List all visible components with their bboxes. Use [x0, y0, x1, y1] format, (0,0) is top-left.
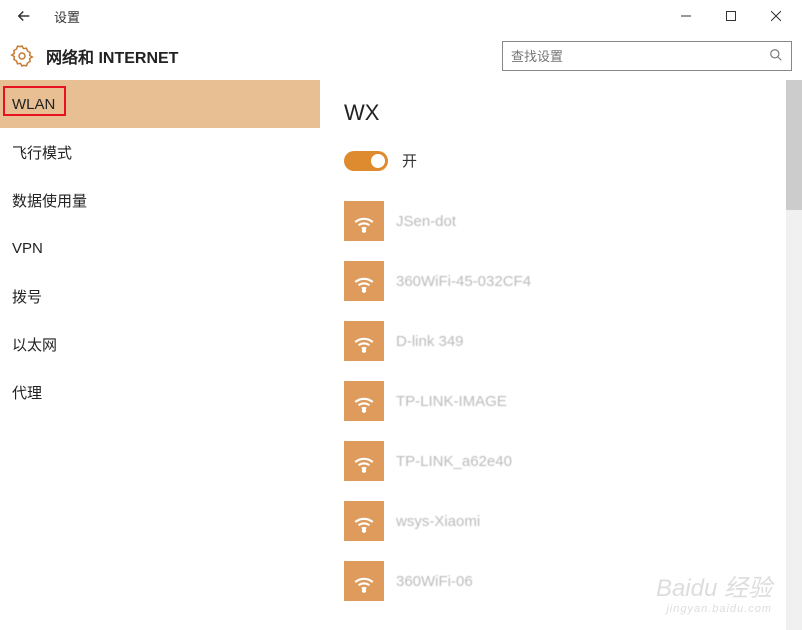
wlan-toggle-row: 开 — [344, 150, 802, 171]
sidebar-item-dialup[interactable]: 拨号 — [0, 272, 320, 320]
wifi-icon — [344, 201, 384, 241]
wifi-ssid: TP-LINK_a62e40 — [396, 453, 512, 470]
wifi-icon — [344, 441, 384, 481]
wifi-item[interactable]: TP-LINK_a62e40 — [344, 441, 802, 481]
arrow-left-icon — [15, 7, 33, 25]
wifi-item[interactable]: JSen-dot — [344, 201, 802, 241]
wlan-toggle-label: 开 — [402, 150, 417, 171]
sidebar-item-label: 代理 — [12, 382, 42, 403]
wifi-icon — [344, 261, 384, 301]
wifi-item[interactable]: 360WiFi-06 — [344, 561, 802, 601]
sidebar-item-label: WLAN — [12, 96, 55, 113]
wifi-item[interactable]: wsys-Xiaomi — [344, 501, 802, 541]
sidebar-item-proxy[interactable]: 代理 — [0, 368, 320, 416]
sidebar-item-label: 拨号 — [12, 286, 42, 307]
titlebar: 设置 — [0, 0, 802, 32]
wifi-item[interactable]: 360WiFi-45-032CF4 — [344, 261, 802, 301]
window-controls — [663, 0, 798, 32]
window-title: 设置 — [54, 7, 80, 26]
wifi-item[interactable]: D-link 349 — [344, 321, 802, 361]
search-box[interactable] — [502, 41, 792, 71]
wifi-list: JSen-dot 360WiFi-45-032CF4 D-link 349 TP-LI… — [344, 201, 802, 601]
search-input[interactable] — [511, 49, 769, 64]
sidebar-item-airplane[interactable]: 飞行模式 — [0, 128, 320, 176]
section-title: WX — [344, 100, 802, 126]
sidebar: WLAN 飞行模式 数据使用量 VPN 拨号 以太网 代理 — [0, 80, 320, 630]
sidebar-item-wlan[interactable]: WLAN — [0, 80, 320, 128]
search-icon — [769, 48, 783, 65]
sidebar-item-vpn[interactable]: VPN — [0, 224, 320, 272]
maximize-button[interactable] — [708, 0, 753, 32]
content: WX 开 JSen-dot 360WiFi-45-032CF4 D-link 349… — [320, 80, 802, 630]
wifi-ssid: wsys-Xiaomi — [396, 513, 480, 530]
close-icon — [771, 11, 781, 21]
wifi-icon — [344, 561, 384, 601]
sidebar-item-ethernet[interactable]: 以太网 — [0, 320, 320, 368]
wifi-icon — [344, 501, 384, 541]
scrollbar-thumb[interactable] — [786, 80, 802, 210]
sidebar-item-data-usage[interactable]: 数据使用量 — [0, 176, 320, 224]
wifi-ssid: TP-LINK-IMAGE — [396, 393, 507, 410]
minimize-button[interactable] — [663, 0, 708, 32]
minimize-icon — [681, 11, 691, 21]
close-button[interactable] — [753, 0, 798, 32]
wlan-toggle[interactable] — [344, 151, 388, 171]
header: 网络和 INTERNET — [0, 32, 802, 80]
sidebar-item-label: 数据使用量 — [12, 190, 87, 211]
sidebar-item-label: VPN — [12, 240, 43, 257]
wifi-icon — [344, 321, 384, 361]
back-button[interactable] — [4, 0, 44, 32]
scrollbar[interactable] — [786, 80, 802, 630]
sidebar-item-label: 飞行模式 — [12, 142, 72, 163]
wifi-icon — [344, 381, 384, 421]
maximize-icon — [726, 11, 736, 21]
sidebar-item-label: 以太网 — [12, 334, 57, 355]
gear-icon — [10, 44, 34, 68]
wifi-ssid: 360WiFi-06 — [396, 573, 473, 590]
wifi-ssid: 360WiFi-45-032CF4 — [396, 273, 531, 290]
wifi-ssid: JSen-dot — [396, 213, 456, 230]
page-title: 网络和 INTERNET — [46, 44, 490, 68]
wifi-item[interactable]: TP-LINK-IMAGE — [344, 381, 802, 421]
wifi-ssid: D-link 349 — [396, 333, 464, 350]
body: WLAN 飞行模式 数据使用量 VPN 拨号 以太网 代理 WX 开 JSen-… — [0, 80, 802, 630]
